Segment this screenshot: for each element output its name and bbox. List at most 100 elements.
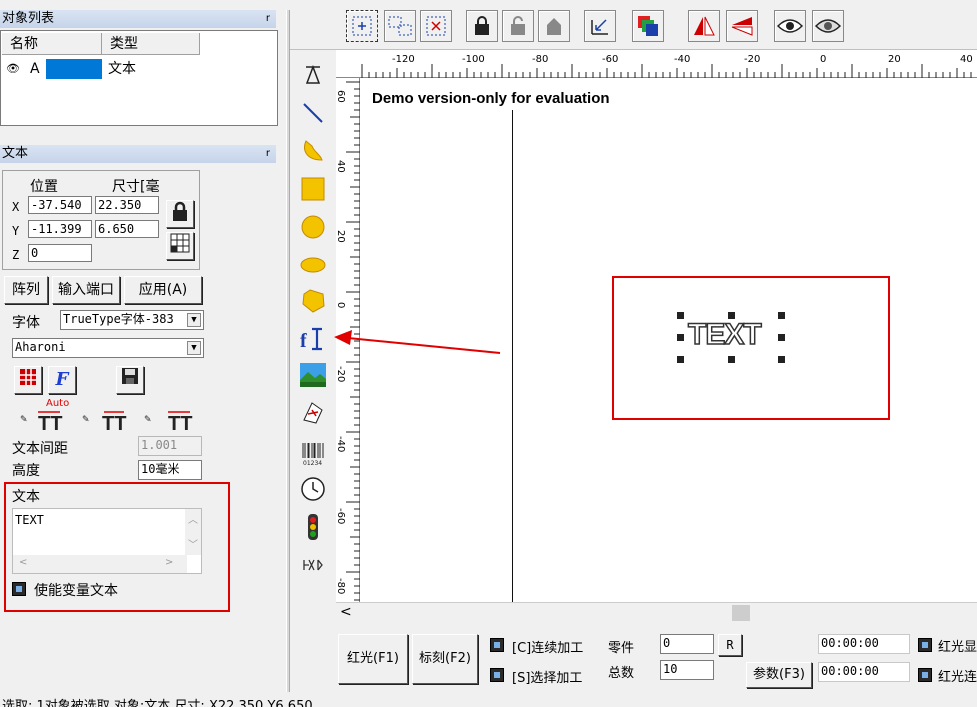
group-select-button[interactable] xyxy=(346,10,378,42)
anchor-grid-button[interactable] xyxy=(166,232,194,260)
rectangle-tool[interactable] xyxy=(296,172,330,206)
ellipse-tool[interactable] xyxy=(296,248,330,282)
barcode-icon: 01234 xyxy=(302,443,324,466)
line-tool[interactable] xyxy=(296,96,330,130)
vector-file-icon xyxy=(303,402,323,424)
lock-icon xyxy=(475,16,489,35)
unlock-all-button[interactable] xyxy=(538,10,570,42)
mirror-vertical-button[interactable] xyxy=(726,10,758,42)
resize-handle[interactable] xyxy=(778,356,785,363)
barcode-tool[interactable]: 01234 xyxy=(296,436,330,470)
lock-button[interactable] xyxy=(466,10,498,42)
col-header-name[interactable]: 名称 xyxy=(2,33,102,55)
continuous-checkbox[interactable] xyxy=(490,638,504,652)
layer-order-button[interactable] xyxy=(632,10,664,42)
reset-count-button[interactable]: R xyxy=(718,634,742,656)
svg-text:TT: TT xyxy=(38,413,62,432)
svg-text:TT: TT xyxy=(168,413,192,432)
landscape-image-icon xyxy=(300,363,326,387)
object-list-title: 对象列表 r xyxy=(0,10,276,28)
width-field[interactable]: 22.350 xyxy=(95,196,159,214)
save-font-button[interactable] xyxy=(116,366,144,394)
height-label: 高度 xyxy=(12,463,40,479)
lock-ratio-button[interactable] xyxy=(166,200,194,228)
line-icon xyxy=(303,103,323,123)
dropdown-arrow-icon[interactable]: ▼ xyxy=(187,313,201,327)
apply-button[interactable]: 应用(A) xyxy=(124,276,202,304)
input-port-button[interactable]: 输入端口 xyxy=(52,276,120,304)
eye-outline-icon xyxy=(815,19,841,33)
ungroup-button[interactable] xyxy=(384,10,416,42)
red-continuous-checkbox[interactable] xyxy=(918,668,932,682)
ellipse-icon xyxy=(300,257,326,273)
circle-tool[interactable] xyxy=(296,210,330,244)
resize-handle[interactable] xyxy=(728,356,735,363)
continuous-label: [C]连续加工 xyxy=(512,641,584,656)
origin-arrow-icon xyxy=(591,19,608,35)
eye-icon xyxy=(777,19,803,33)
text-tool[interactable]: f xyxy=(296,322,330,356)
height-size-field[interactable]: 6.650 xyxy=(95,220,159,238)
node-edit-tool[interactable] xyxy=(296,58,330,92)
delete-select-button[interactable] xyxy=(420,10,452,42)
dropdown-arrow-icon[interactable]: ▼ xyxy=(187,341,201,355)
move-origin-button[interactable] xyxy=(584,10,616,42)
h-ruler-label: 20 xyxy=(888,54,901,65)
polygon-tool[interactable] xyxy=(296,284,330,318)
io-tool[interactable] xyxy=(296,510,330,544)
pin-icon[interactable]: r xyxy=(266,145,270,163)
height-field[interactable]: 10毫米 xyxy=(138,460,202,480)
canvas-text-object[interactable]: TEXT xyxy=(687,317,762,352)
motion-tool[interactable] xyxy=(296,548,330,582)
panel-splitter[interactable] xyxy=(286,10,290,692)
parts-field[interactable]: 0 xyxy=(660,634,714,654)
resize-handle[interactable] xyxy=(728,312,735,319)
params-button[interactable]: 参数(F3) xyxy=(746,662,812,688)
font-name-select[interactable]: Aharoni ▼ xyxy=(12,338,204,358)
mark-button[interactable]: 标刻(F2) xyxy=(412,634,478,684)
vector-import-tool[interactable] xyxy=(296,396,330,430)
object-row-name[interactable]: 👁 A xyxy=(2,58,102,80)
resize-handle[interactable] xyxy=(677,356,684,363)
text-tool-icon: f xyxy=(300,327,322,352)
elapsed-time-field: 00:00:00 xyxy=(818,634,910,654)
spacing-field[interactable]: 1.001 xyxy=(138,436,202,456)
z-field[interactable]: 0 xyxy=(28,244,92,262)
horizontal-ruler xyxy=(336,50,977,78)
scroll-left-icon[interactable]: < xyxy=(340,604,352,620)
curve-tool[interactable] xyxy=(296,134,330,168)
x-label: X xyxy=(12,200,20,214)
curve-icon xyxy=(304,140,323,161)
resize-handle[interactable] xyxy=(677,312,684,319)
clock-icon xyxy=(301,477,325,501)
red-display-checkbox[interactable] xyxy=(918,638,932,652)
x-field[interactable]: -37.540 xyxy=(28,196,92,214)
y-field[interactable]: -11.399 xyxy=(28,220,92,238)
canvas-hscrollbar[interactable]: < xyxy=(336,602,977,622)
mirror-horizontal-button[interactable] xyxy=(688,10,720,42)
resize-handle[interactable] xyxy=(778,334,785,341)
text-spacing-icons[interactable]: ✎ TT ✎ TT ✎ TT xyxy=(20,408,206,432)
col-header-type[interactable]: 类型 xyxy=(102,33,200,55)
selective-checkbox[interactable] xyxy=(490,668,504,682)
h-ruler-label: -80 xyxy=(532,54,549,65)
font-style-button[interactable]: F xyxy=(48,366,76,394)
pin-icon[interactable]: r xyxy=(266,10,270,28)
show-order-button[interactable] xyxy=(812,10,844,42)
total-field[interactable]: 10 xyxy=(660,660,714,680)
bitmap-tool[interactable] xyxy=(296,358,330,392)
array-button[interactable]: 阵列 xyxy=(4,276,48,304)
font-settings-button[interactable] xyxy=(14,366,42,394)
resize-handle[interactable] xyxy=(778,312,785,319)
v-ruler-label: 20 xyxy=(335,230,346,243)
scroll-thumb[interactable] xyxy=(732,605,750,621)
delay-tool[interactable] xyxy=(296,472,330,506)
show-path-button[interactable] xyxy=(774,10,806,42)
eye-icon[interactable]: 👁 xyxy=(6,58,20,80)
red-light-button[interactable]: 红光(F1) xyxy=(338,634,408,684)
font-type-select[interactable]: TrueType字体-383 ▼ xyxy=(60,310,204,330)
h-ruler-label: -120 xyxy=(392,54,415,65)
unlock-button[interactable] xyxy=(502,10,534,42)
select-box-x-icon xyxy=(426,16,446,36)
resize-handle[interactable] xyxy=(677,334,684,341)
